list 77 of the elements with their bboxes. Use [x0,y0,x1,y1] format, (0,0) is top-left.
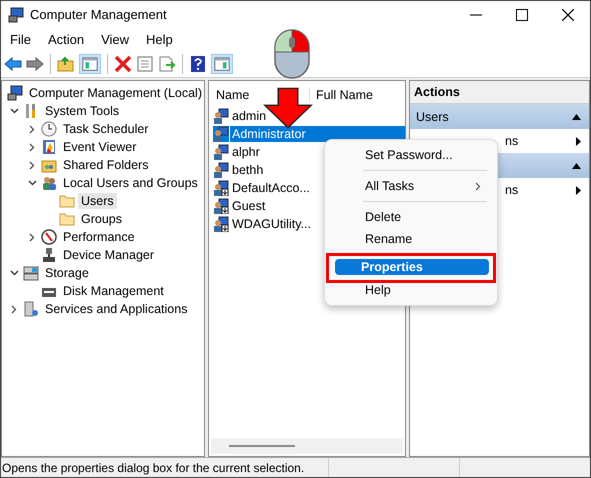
menu-item[interactable]: View [101,32,130,46]
clock-icon [41,121,57,137]
context-menu-item[interactable]: Rename [329,228,493,250]
actions-title: Actions [410,81,589,104]
expand-chevron-icon[interactable] [29,124,35,134]
tree-item[interactable]: Storage [42,265,92,281]
device-icon [41,247,57,263]
user-name[interactable]: admin [230,108,268,124]
context-menu-item[interactable]: All Tasks [329,175,493,197]
expand-chevron-icon[interactable] [29,142,35,152]
submenu-triangle-icon[interactable] [576,136,581,146]
user-icon [213,216,229,232]
tree-item[interactable]: Local Users and Groups [60,175,201,191]
back-icon[interactable] [4,56,22,72]
close-icon[interactable] [562,8,574,20]
context-menu-item[interactable]: Delete [329,206,493,228]
tree-toggle-icon[interactable] [79,54,101,74]
user-icon [213,108,229,124]
tree-item[interactable]: Device Manager [60,247,158,263]
folder-icon [59,211,75,227]
tree-item[interactable]: System Tools [42,103,122,119]
user-icon [213,198,229,214]
window-title: Computer Management [30,7,167,22]
user-name[interactable]: bethh [230,162,266,178]
context-menu-item[interactable]: Properties [335,259,489,275]
delete-icon[interactable] [114,56,132,72]
log-icon [41,139,57,155]
user-icon [213,180,229,196]
expand-chevron-icon[interactable] [29,160,35,170]
tree-item[interactable]: Groups [78,211,125,227]
tree-item[interactable]: Event Viewer [60,139,140,155]
menu-item[interactable]: File [10,32,31,46]
menu-item[interactable]: Help [146,32,173,46]
export-icon[interactable] [158,56,176,72]
folder-icon [59,193,75,209]
column-header[interactable]: Full Name [316,88,373,102]
submenu-triangle-icon[interactable] [576,186,581,194]
folder-up-icon[interactable] [57,56,75,72]
collapse-chevron-icon[interactable] [10,270,18,276]
tree-item[interactable]: Users [78,193,117,209]
mouse-icon [272,28,312,80]
storage-icon [23,265,39,281]
tree-item[interactable]: Shared Folders [60,157,152,173]
user-icon [213,144,229,160]
user-icon [213,162,229,178]
computer-icon [7,85,23,101]
horizontal-scrollbar[interactable] [211,438,403,454]
action-group-header[interactable]: Users [410,104,589,129]
menu-item[interactable]: Action [48,32,84,46]
action-link[interactable]: ns [505,134,518,148]
help-icon[interactable] [189,54,207,72]
app-icon [8,6,24,22]
users-icon [41,175,57,191]
user-name[interactable]: alphr [230,144,262,160]
maximize-icon[interactable] [516,8,528,20]
collapse-chevron-icon[interactable] [10,108,18,114]
action-link[interactable]: ns [505,183,518,197]
gauge-icon [41,229,57,245]
collapse-triangle-icon[interactable] [572,162,581,168]
action-pane-toggle-icon[interactable] [211,54,233,74]
forward-icon[interactable] [26,56,44,72]
collapse-triangle-icon[interactable] [572,114,581,120]
context-menu-item[interactable]: Help [329,279,493,301]
expand-chevron-icon[interactable] [29,232,35,242]
user-name[interactable]: Administrator [230,126,405,142]
tree-item[interactable]: Task Scheduler [60,121,152,137]
properties-icon[interactable] [136,56,154,72]
tree-item[interactable]: Computer Management (Local) [26,85,205,101]
expand-chevron-icon[interactable] [11,304,17,314]
column-header[interactable]: Name [216,88,250,102]
status-text: Opens the properties dialog box for the current selection. [1,460,306,474]
collapse-chevron-icon[interactable] [28,180,36,186]
tree-item[interactable]: Disk Management [60,283,167,299]
tree-item[interactable]: Performance [60,229,138,245]
tree-item[interactable]: Services and Applications [42,301,190,317]
context-menu-item[interactable]: Set Password... [329,144,493,166]
user-icon [213,126,229,142]
